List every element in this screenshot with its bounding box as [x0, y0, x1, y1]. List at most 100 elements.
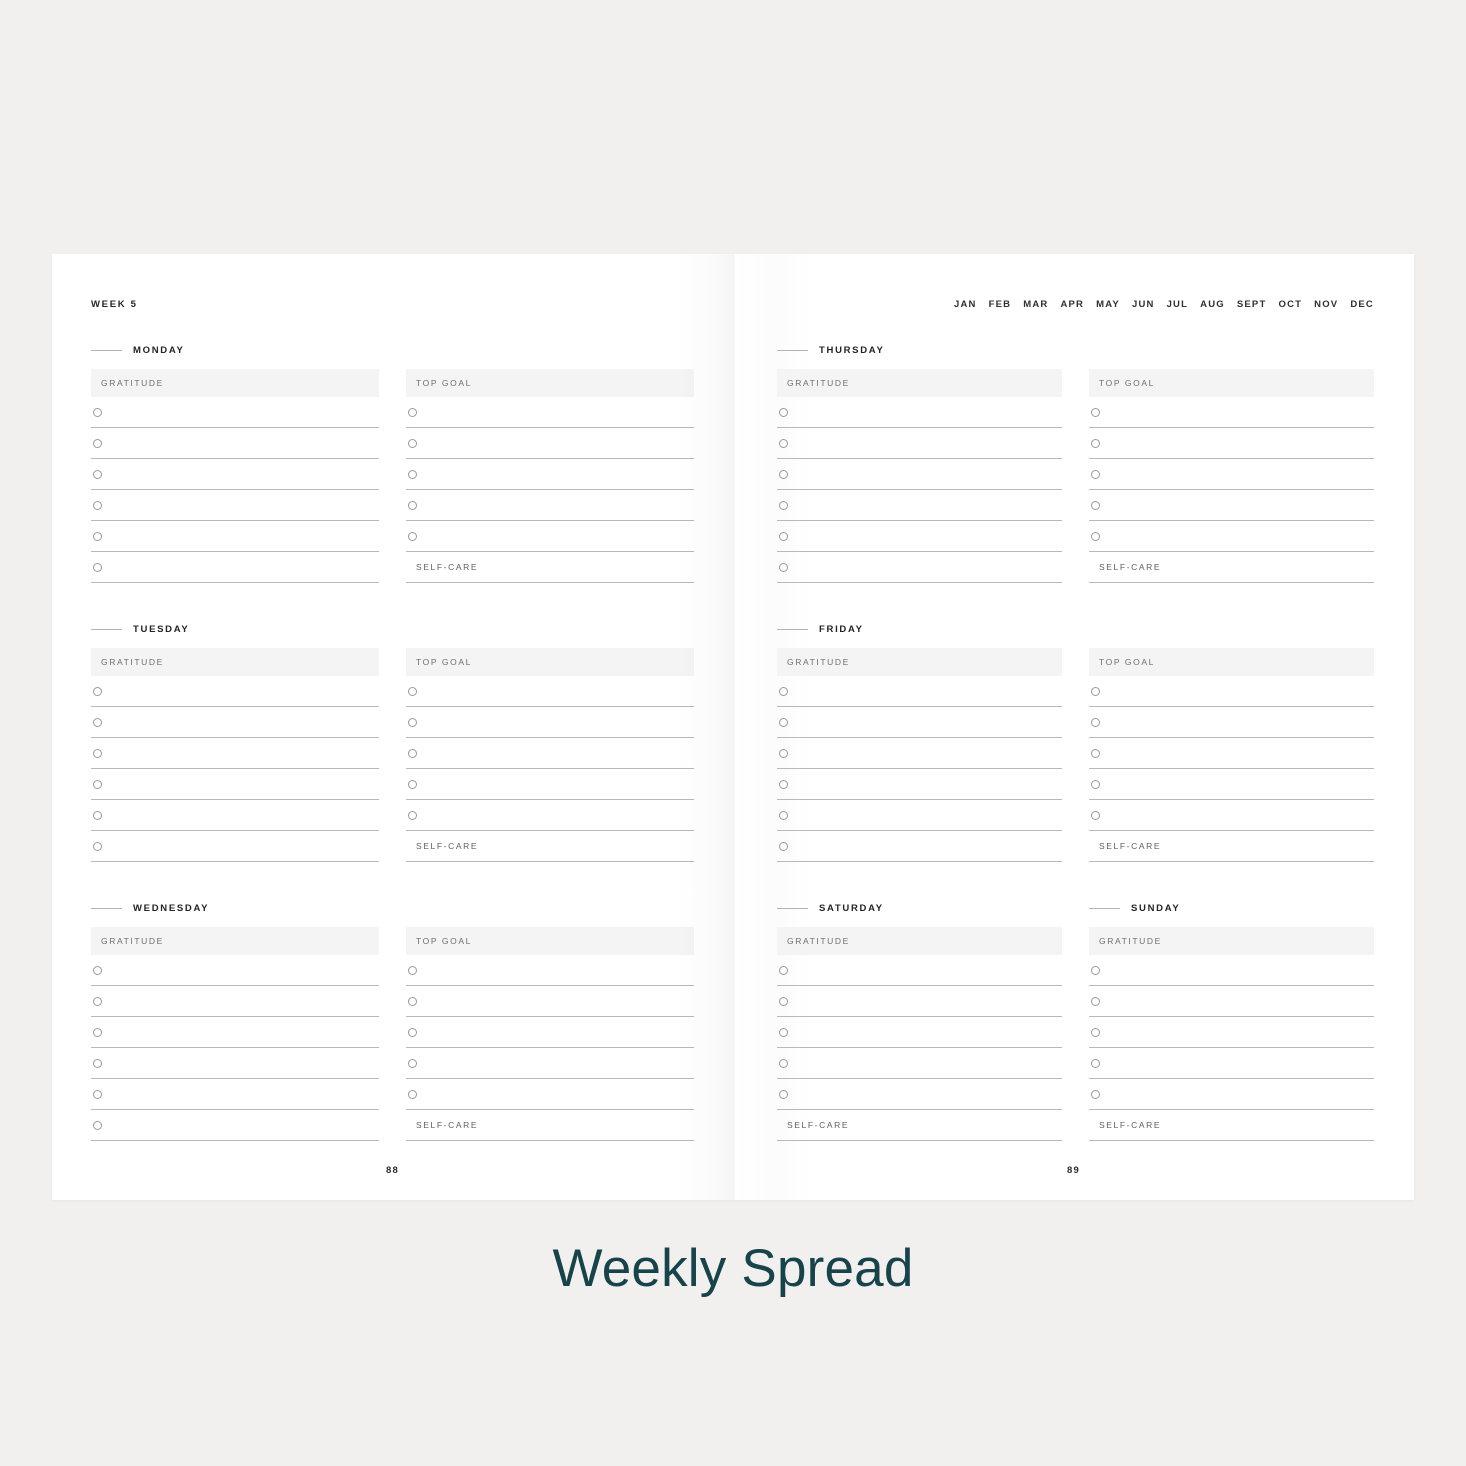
- checkbox-circle-icon[interactable]: [779, 965, 788, 975]
- checkbox-circle-icon[interactable]: [93, 469, 102, 479]
- checkbox-circle-icon[interactable]: [408, 407, 417, 417]
- self-care-row[interactable]: SELF-CARE: [406, 1110, 694, 1141]
- checkbox-circle-icon[interactable]: [1091, 1089, 1100, 1099]
- entry-row[interactable]: [777, 397, 1062, 428]
- entry-row[interactable]: [1089, 986, 1374, 1017]
- entry-row[interactable]: [91, 800, 379, 831]
- checkbox-circle-icon[interactable]: [93, 748, 102, 758]
- entry-row[interactable]: [1089, 428, 1374, 459]
- entry-row[interactable]: [777, 1048, 1062, 1079]
- entry-row[interactable]: [406, 769, 694, 800]
- entry-row[interactable]: [91, 831, 379, 862]
- month-jul[interactable]: JUL: [1167, 299, 1189, 310]
- entry-row[interactable]: [777, 1017, 1062, 1048]
- checkbox-circle-icon[interactable]: [93, 717, 102, 727]
- entry-row[interactable]: [91, 490, 379, 521]
- checkbox-circle-icon[interactable]: [93, 810, 102, 820]
- entry-row[interactable]: [406, 707, 694, 738]
- checkbox-circle-icon[interactable]: [779, 500, 788, 510]
- checkbox-circle-icon[interactable]: [93, 1089, 102, 1099]
- checkbox-circle-icon[interactable]: [1091, 996, 1100, 1006]
- self-care-row[interactable]: SELF-CARE: [1089, 1110, 1374, 1141]
- entry-row[interactable]: [1089, 1048, 1374, 1079]
- entry-row[interactable]: [91, 738, 379, 769]
- entry-row[interactable]: [91, 1110, 379, 1141]
- entry-row[interactable]: [1089, 769, 1374, 800]
- month-selector-row[interactable]: JAN FEB MAR APR MAY JUN JUL AUG SEPT OCT NOV DEC: [954, 299, 1374, 310]
- month-jan[interactable]: JAN: [954, 299, 977, 310]
- entry-row[interactable]: [406, 490, 694, 521]
- checkbox-circle-icon[interactable]: [1091, 748, 1100, 758]
- checkbox-circle-icon[interactable]: [1091, 1058, 1100, 1068]
- entry-row[interactable]: [406, 955, 694, 986]
- entry-row[interactable]: [91, 521, 379, 552]
- checkbox-circle-icon[interactable]: [1091, 965, 1100, 975]
- entry-row[interactable]: [406, 459, 694, 490]
- self-care-row[interactable]: SELF-CARE: [406, 552, 694, 583]
- month-mar[interactable]: MAR: [1023, 299, 1048, 310]
- entry-row[interactable]: [91, 1079, 379, 1110]
- checkbox-circle-icon[interactable]: [408, 500, 417, 510]
- month-jun[interactable]: JUN: [1132, 299, 1155, 310]
- entry-row[interactable]: [91, 1017, 379, 1048]
- self-care-row[interactable]: SELF-CARE: [1089, 552, 1374, 583]
- checkbox-circle-icon[interactable]: [1091, 407, 1100, 417]
- entry-row[interactable]: [91, 459, 379, 490]
- checkbox-circle-icon[interactable]: [93, 686, 102, 696]
- checkbox-circle-icon[interactable]: [93, 438, 102, 448]
- checkbox-circle-icon[interactable]: [93, 996, 102, 1006]
- checkbox-circle-icon[interactable]: [779, 996, 788, 1006]
- entry-row[interactable]: [406, 738, 694, 769]
- entry-row[interactable]: [406, 1017, 694, 1048]
- entry-row[interactable]: [1089, 676, 1374, 707]
- checkbox-circle-icon[interactable]: [779, 1089, 788, 1099]
- month-feb[interactable]: FEB: [989, 299, 1012, 310]
- entry-row[interactable]: [777, 428, 1062, 459]
- checkbox-circle-icon[interactable]: [779, 1058, 788, 1068]
- checkbox-circle-icon[interactable]: [93, 562, 102, 572]
- checkbox-circle-icon[interactable]: [779, 562, 788, 572]
- checkbox-circle-icon[interactable]: [408, 996, 417, 1006]
- self-care-row[interactable]: SELF-CARE: [777, 1110, 1062, 1141]
- entry-row[interactable]: [91, 986, 379, 1017]
- entry-row[interactable]: [1089, 738, 1374, 769]
- entry-row[interactable]: [406, 800, 694, 831]
- month-apr[interactable]: APR: [1060, 299, 1084, 310]
- entry-row[interactable]: [1089, 1079, 1374, 1110]
- checkbox-circle-icon[interactable]: [93, 779, 102, 789]
- entry-row[interactable]: [406, 986, 694, 1017]
- checkbox-circle-icon[interactable]: [779, 469, 788, 479]
- entry-row[interactable]: [777, 738, 1062, 769]
- checkbox-circle-icon[interactable]: [93, 531, 102, 541]
- entry-row[interactable]: [1089, 490, 1374, 521]
- checkbox-circle-icon[interactable]: [408, 469, 417, 479]
- checkbox-circle-icon[interactable]: [1091, 500, 1100, 510]
- checkbox-circle-icon[interactable]: [779, 748, 788, 758]
- entry-row[interactable]: [777, 521, 1062, 552]
- checkbox-circle-icon[interactable]: [779, 407, 788, 417]
- entry-row[interactable]: [91, 397, 379, 428]
- entry-row[interactable]: [406, 676, 694, 707]
- checkbox-circle-icon[interactable]: [779, 686, 788, 696]
- checkbox-circle-icon[interactable]: [1091, 531, 1100, 541]
- entry-row[interactable]: [777, 769, 1062, 800]
- checkbox-circle-icon[interactable]: [408, 717, 417, 727]
- entry-row[interactable]: [406, 1079, 694, 1110]
- checkbox-circle-icon[interactable]: [779, 841, 788, 851]
- entry-row[interactable]: [91, 552, 379, 583]
- entry-row[interactable]: [1089, 521, 1374, 552]
- checkbox-circle-icon[interactable]: [408, 965, 417, 975]
- entry-row[interactable]: [777, 800, 1062, 831]
- checkbox-circle-icon[interactable]: [408, 779, 417, 789]
- checkbox-circle-icon[interactable]: [779, 717, 788, 727]
- checkbox-circle-icon[interactable]: [93, 1120, 102, 1130]
- self-care-row[interactable]: SELF-CARE: [406, 831, 694, 862]
- checkbox-circle-icon[interactable]: [93, 500, 102, 510]
- entry-row[interactable]: [1089, 955, 1374, 986]
- month-aug[interactable]: AUG: [1200, 299, 1225, 310]
- entry-row[interactable]: [91, 707, 379, 738]
- entry-row[interactable]: [777, 490, 1062, 521]
- month-oct[interactable]: OCT: [1278, 299, 1302, 310]
- month-sept[interactable]: SEPT: [1237, 299, 1267, 310]
- checkbox-circle-icon[interactable]: [779, 1027, 788, 1037]
